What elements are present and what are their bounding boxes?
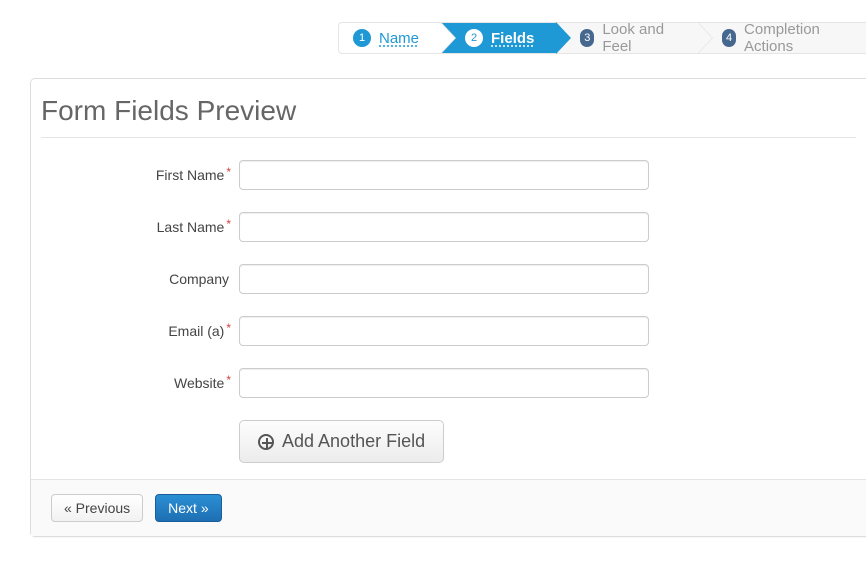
field-row-first-name: First Name	[41, 160, 856, 190]
plus-circle-icon	[258, 434, 274, 450]
field-row-website: Website	[41, 368, 856, 398]
step-number: 4	[722, 29, 736, 47]
panel-title: Form Fields Preview	[41, 93, 856, 138]
company-input[interactable]	[239, 264, 649, 294]
next-button[interactable]: Next »	[155, 494, 221, 522]
field-label: Website	[41, 375, 239, 391]
step-label: Completion Actions	[744, 21, 844, 55]
field-label: Email (a)	[41, 323, 239, 339]
form-preview-panel: Form Fields Preview First Name Last Name…	[30, 78, 866, 537]
field-label: Company	[41, 271, 239, 287]
step-completion-actions[interactable]: 4 Completion Actions	[698, 22, 866, 54]
add-button-label: Add Another Field	[282, 431, 425, 452]
field-row-last-name: Last Name	[41, 212, 856, 242]
first-name-input[interactable]	[239, 160, 649, 190]
step-label: Name	[379, 30, 419, 47]
add-another-field-button[interactable]: Add Another Field	[239, 420, 444, 463]
field-label: First Name	[41, 167, 239, 183]
previous-button[interactable]: « Previous	[51, 494, 143, 522]
step-name[interactable]: 1 Name	[338, 22, 441, 54]
step-label: Look and Feel	[602, 21, 676, 55]
field-row-company: Company	[41, 264, 856, 294]
panel-footer: « Previous Next »	[31, 479, 866, 536]
step-fields[interactable]: 2 Fields	[441, 22, 556, 54]
step-look-and-feel[interactable]: 3 Look and Feel	[556, 22, 698, 54]
website-input[interactable]	[239, 368, 649, 398]
email-input[interactable]	[239, 316, 649, 346]
field-label: Last Name	[41, 219, 239, 235]
step-label: Fields	[491, 30, 534, 47]
step-number: 1	[353, 29, 371, 47]
field-row-email: Email (a)	[41, 316, 856, 346]
step-number: 2	[465, 29, 483, 47]
step-number: 3	[580, 29, 594, 47]
last-name-input[interactable]	[239, 212, 649, 242]
wizard-steps: 1 Name 2 Fields 3 Look and Feel 4 Comple…	[338, 22, 866, 54]
